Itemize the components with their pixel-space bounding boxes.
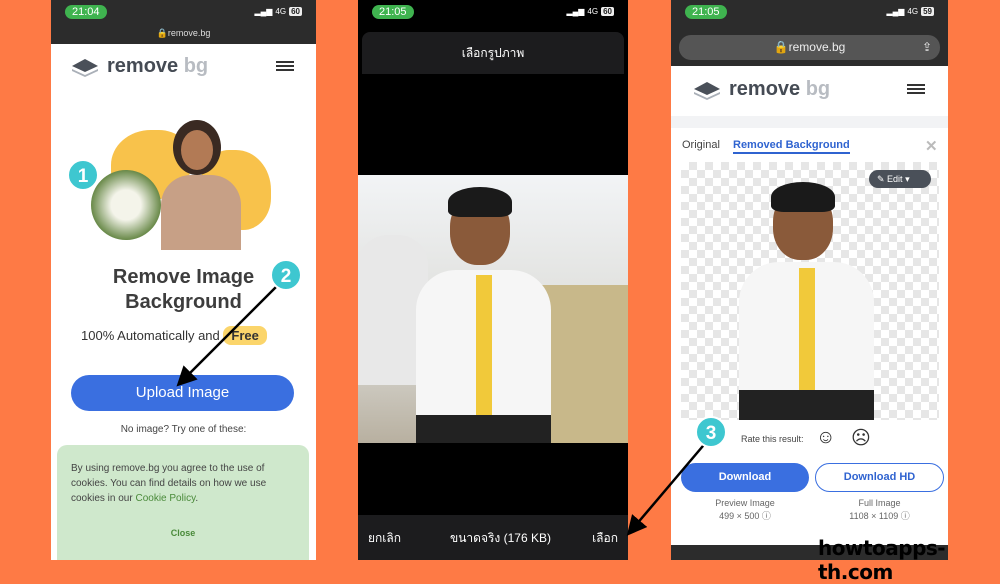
frown-icon[interactable]: ☹: [851, 427, 871, 450]
rate-label: Rate this result:: [741, 434, 804, 444]
close-icon[interactable]: ✕: [925, 137, 938, 155]
phone-screen-photo-picker: 21:05 ▂▄▆ 4G 60 เลือกรูปภาพ ยกเลิก ขนาดจริ…: [358, 0, 628, 560]
layers-icon: [72, 58, 98, 77]
tab-original[interactable]: Original: [682, 139, 720, 151]
url-bar[interactable]: 🔒remove.bg: [51, 28, 316, 39]
cancel-button[interactable]: ยกเลิก: [368, 529, 401, 548]
share-icon[interactable]: ⇪: [922, 35, 932, 60]
url-bar[interactable]: 🔒remove.bg ⇪: [679, 35, 940, 60]
step-badge-1: 1: [67, 159, 99, 191]
hero-illustration: [91, 120, 271, 250]
edit-button[interactable]: ✎ Edit ▾: [869, 170, 931, 188]
actual-size-button[interactable]: ขนาดจริง (176 KB): [450, 529, 551, 548]
status-time: 21:04: [65, 5, 107, 19]
choose-button[interactable]: เลือก: [592, 529, 618, 548]
tab-removed-background[interactable]: Removed Background: [733, 139, 850, 154]
status-bar: 21:04 ▂▄▆ 4G 60: [51, 0, 316, 24]
status-bar: 21:05 ▂▄▆ 4G 60: [358, 0, 628, 24]
step-badge-3: 3: [695, 416, 727, 448]
status-time: 21:05: [372, 5, 414, 19]
removebg-logo[interactable]: remove bg: [693, 78, 830, 101]
subtitle: 100% Automatically and Free: [81, 326, 267, 345]
picker-header: เลือกรูปภาพ: [362, 32, 624, 74]
info-icon[interactable]: ⓘ: [901, 511, 910, 521]
cookie-close-button[interactable]: Close: [71, 526, 295, 541]
battery-icon: 60: [601, 7, 614, 16]
cookie-policy-link[interactable]: Cookie Policy: [135, 493, 195, 504]
download-button[interactable]: Download: [681, 463, 809, 492]
no-image-text: No image? Try one of these:: [120, 424, 247, 435]
menu-icon[interactable]: [907, 84, 925, 94]
signal-indicator: ▂▄▆ 4G 60: [254, 7, 302, 16]
status-bar: 21:05 ▂▄▆ 4G 59: [671, 0, 948, 24]
result-preview: ✎ Edit ▾: [681, 162, 939, 420]
signal-indicator: ▂▄▆ 4G 60: [566, 7, 614, 16]
watermark: howtoapps-th.com: [818, 536, 946, 584]
battery-icon: 59: [921, 7, 934, 16]
cookie-banner: By using remove.bg you agree to the use …: [57, 445, 309, 560]
battery-icon: 60: [289, 7, 302, 16]
status-time: 21:05: [685, 5, 727, 19]
info-icon[interactable]: ⓘ: [762, 511, 771, 521]
layers-icon: [694, 81, 720, 100]
removebg-logo[interactable]: remove bg: [71, 55, 208, 78]
selected-photo: [358, 175, 628, 443]
picker-bottom-bar: ยกเลิก ขนาดจริง (176 KB) เลือก: [358, 515, 628, 560]
signal-indicator: ▂▄▆ 4G 59: [886, 7, 934, 16]
full-info: Full Image 1108 × 1109 ⓘ: [849, 498, 910, 521]
preview-info: Preview Image 499 × 500 ⓘ: [715, 498, 775, 521]
free-badge: Free: [223, 326, 267, 345]
smile-icon[interactable]: ☺: [816, 427, 835, 449]
download-hd-button[interactable]: Download HD: [815, 463, 944, 492]
upload-image-button[interactable]: Upload Image: [71, 375, 294, 411]
menu-icon[interactable]: [276, 61, 294, 71]
step-badge-2: 2: [270, 259, 302, 291]
phone-screen-result: 21:05 ▂▄▆ 4G 59 🔒remove.bg ⇪ remove bg Orig…: [671, 0, 948, 560]
